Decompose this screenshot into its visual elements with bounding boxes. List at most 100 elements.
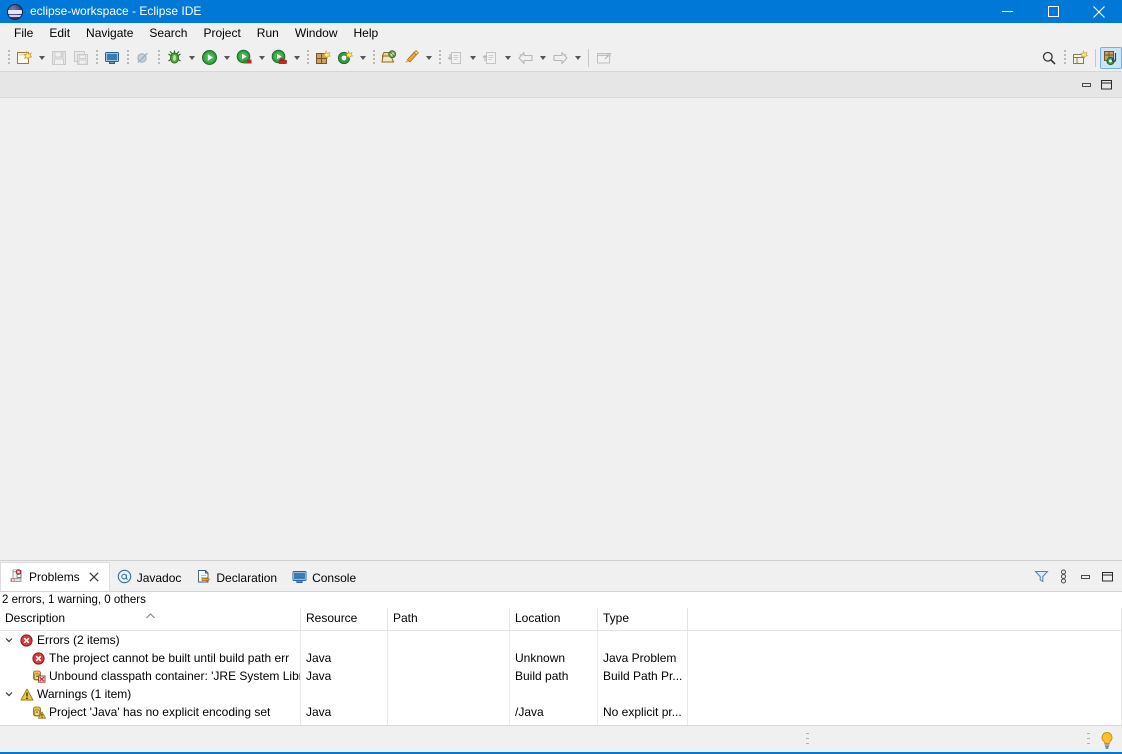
editor-empty-area[interactable] [0, 98, 1122, 560]
new-package-button[interactable] [312, 47, 334, 69]
cell-description: Project 'Java' has no explicit encoding … [0, 703, 301, 721]
column-header-path[interactable]: Path [388, 608, 510, 630]
run-coverage-button[interactable] [233, 47, 255, 69]
table-row[interactable]: The project cannot be built until build … [0, 649, 1122, 667]
view-menu-icon[interactable] [1052, 566, 1074, 588]
run-coverage-dropdown[interactable] [255, 47, 268, 69]
cell-location [510, 685, 598, 703]
resize-grip[interactable] [1087, 733, 1090, 748]
new-wizard-button[interactable] [13, 47, 35, 69]
menu-project[interactable]: Project [195, 24, 248, 43]
filter-icon[interactable] [1030, 566, 1052, 588]
chevron-down-icon[interactable] [0, 635, 18, 645]
tip-of-the-day-icon[interactable] [1098, 731, 1116, 750]
previous-annotation-dropdown [466, 47, 479, 69]
run-button[interactable] [198, 47, 220, 69]
open-task-button[interactable] [400, 47, 422, 69]
menu-navigate[interactable]: Navigate [78, 24, 141, 43]
tab-javadoc[interactable]: Javadoc [110, 564, 190, 591]
search-icon[interactable] [1038, 47, 1060, 69]
cell-path [388, 685, 510, 703]
tab-problems[interactable]: Problems [0, 562, 110, 591]
run-external-tools-button[interactable] [268, 47, 290, 69]
cell-resource [301, 685, 388, 703]
main-toolbar [0, 44, 1122, 72]
open-task-dropdown[interactable] [422, 47, 435, 69]
editor-area-toolbar [0, 72, 1122, 98]
cell-path [388, 649, 510, 667]
next-annotation-button [479, 47, 501, 69]
run-external-tools-dropdown[interactable] [290, 47, 303, 69]
close-icon[interactable] [88, 571, 101, 584]
save-all-button [70, 47, 92, 69]
tab-console[interactable]: Console [285, 564, 364, 591]
open-perspective-button[interactable] [1069, 47, 1091, 69]
column-header-resource[interactable]: Resource [301, 608, 388, 630]
view-tab-bar: Problems Javadoc Declaration Console [0, 562, 1122, 592]
column-header-type[interactable]: Type [598, 608, 688, 630]
table-header-row: Description Resource Path Location Type [0, 608, 1122, 631]
minimize-icon[interactable] [1074, 566, 1096, 588]
cell-location [510, 631, 598, 649]
menu-edit[interactable]: Edit [41, 24, 78, 43]
cell-type [598, 631, 688, 649]
build-path-warning-icon [30, 705, 47, 719]
toolbar-separator [123, 47, 132, 69]
row-description-text: Project 'Java' has no explicit encoding … [49, 705, 271, 719]
javadoc-icon [117, 569, 132, 587]
toolbar-separator [1091, 47, 1100, 69]
cell-location: /Java [510, 703, 598, 721]
column-header-location[interactable]: Location [510, 608, 598, 630]
console-view-icon [292, 569, 307, 587]
tab-declaration[interactable]: Declaration [189, 564, 285, 591]
open-type-button[interactable] [378, 47, 400, 69]
tab-label: Console [312, 570, 357, 585]
cell-description: Unbound classpath container: 'JRE System… [0, 667, 301, 685]
debug-dropdown[interactable] [185, 47, 198, 69]
resize-grip[interactable] [806, 733, 809, 748]
menu-file[interactable]: File [6, 24, 41, 43]
editor-area [0, 72, 1122, 561]
minimize-icon[interactable] [984, 0, 1030, 23]
table-row[interactable]: Project 'Java' has no explicit encoding … [0, 703, 1122, 721]
close-icon[interactable] [1076, 0, 1122, 23]
new-wizard-dropdown[interactable] [35, 47, 48, 69]
menu-window[interactable]: Window [287, 24, 346, 43]
open-console-button[interactable] [101, 47, 123, 69]
menu-run[interactable]: Run [249, 24, 287, 43]
toolbar-separator [92, 47, 101, 69]
debug-button[interactable] [163, 47, 185, 69]
cell-type [598, 685, 688, 703]
view-toolbar [1030, 564, 1118, 589]
row-description-text: The project cannot be built until build … [49, 651, 290, 665]
java-perspective-button[interactable] [1100, 46, 1122, 69]
chevron-down-icon[interactable] [0, 689, 18, 699]
menu-search[interactable]: Search [141, 24, 195, 43]
new-class-button[interactable] [334, 47, 356, 69]
pin-editor-button [593, 47, 615, 69]
maximize-icon[interactable] [1096, 566, 1118, 588]
previous-annotation-button [444, 47, 466, 69]
tab-label: Javadoc [136, 570, 182, 585]
maximize-icon[interactable] [1030, 0, 1076, 23]
table-row[interactable]: Warnings (1 item) [0, 685, 1122, 703]
table-row[interactable]: Unbound classpath container: 'JRE System… [0, 667, 1122, 685]
minimize-icon[interactable] [1076, 74, 1096, 96]
problems-table: Description Resource Path Location Type [0, 608, 1122, 725]
editor-view-controls [1076, 72, 1116, 97]
cell-path [388, 703, 510, 721]
cell-location: Unknown [510, 649, 598, 667]
table-row[interactable]: Errors (2 items) [0, 631, 1122, 649]
new-class-dropdown[interactable] [356, 47, 369, 69]
window-controls [984, 0, 1122, 23]
menu-help[interactable]: Help [346, 24, 387, 43]
cell-location: Build path [510, 667, 598, 685]
skip-all-breakpoints-button [132, 47, 154, 69]
maximize-icon[interactable] [1096, 74, 1116, 96]
menu-bar: File Edit Navigate Search Project Run Wi… [0, 23, 1122, 44]
row-description-text: Warnings (1 item) [37, 687, 132, 701]
cell-type: Java Problem [598, 649, 688, 667]
toolbar-separator [1060, 47, 1069, 69]
run-dropdown[interactable] [220, 47, 233, 69]
cell-description: Errors (2 items) [0, 631, 301, 649]
